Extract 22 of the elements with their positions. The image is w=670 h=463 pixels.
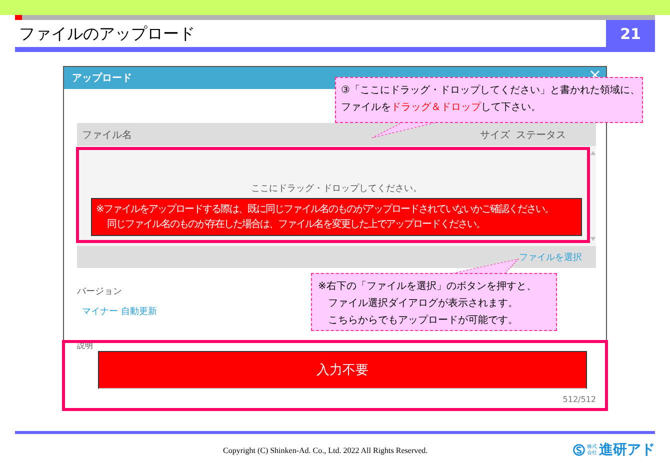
dialog-title: アップロード — [72, 71, 132, 85]
select-file-link[interactable]: ファイルを選択 — [519, 250, 582, 264]
logo-name: 進研アド — [599, 441, 655, 459]
drop-hint: ここにドラッグ・ドロップしてください。 — [251, 182, 422, 195]
copyright-text: Copyright (C) Shinken-Ad. Co., Ltd. 2022 All Rights Reserved. — [223, 446, 428, 454]
page-number: 21 — [606, 20, 655, 47]
slide-title: ファイルのアップロード — [18, 23, 196, 45]
logo-icon — [573, 444, 585, 456]
callout-text: ③「ここにドラッグ・ドロップしてください」と書かれた領域に、 ファイルを ドラッグ＆ドロップして下さい。 — [341, 84, 637, 115]
column-header: ファイル名 — [82, 128, 132, 142]
version-value[interactable]: マイナー 自動更新 — [77, 305, 157, 318]
warning-text: ※ファイルをアップロードする際は、既に同じファイル名のものがアップロードされていないかご確認ください。 — [96, 202, 554, 217]
character-counter: 512/512 — [562, 395, 596, 404]
column-header: サイズ — [480, 128, 510, 142]
column-header: ステータス — [516, 128, 566, 142]
drop-area[interactable]: ここにドラッグ・ドロップしてください。 ※ファイルをアップロードする際は、既に同じファイル名のものがアップロードされていないかご確認ください。 同じファイル名のものが存在した場合は、ファイル名を変更した上でアップロードください。 — [77, 146, 596, 246]
accent-mark — [15, 15, 22, 20]
warning-text: 同じファイル名のものが存在した場合は、ファイル名を変更した上でアップロードください。 — [106, 218, 485, 232]
scrollbar[interactable] — [590, 150, 596, 242]
description-field[interactable]: 入力不要 — [98, 351, 587, 389]
version-label: バージョン — [77, 286, 122, 298]
callout-text: ※右下の「ファイルを選択」のボタンを押すと、 ファイル選択ダイアログが表示されます。 こちらからでもアップロードが可能です。 — [318, 280, 538, 328]
